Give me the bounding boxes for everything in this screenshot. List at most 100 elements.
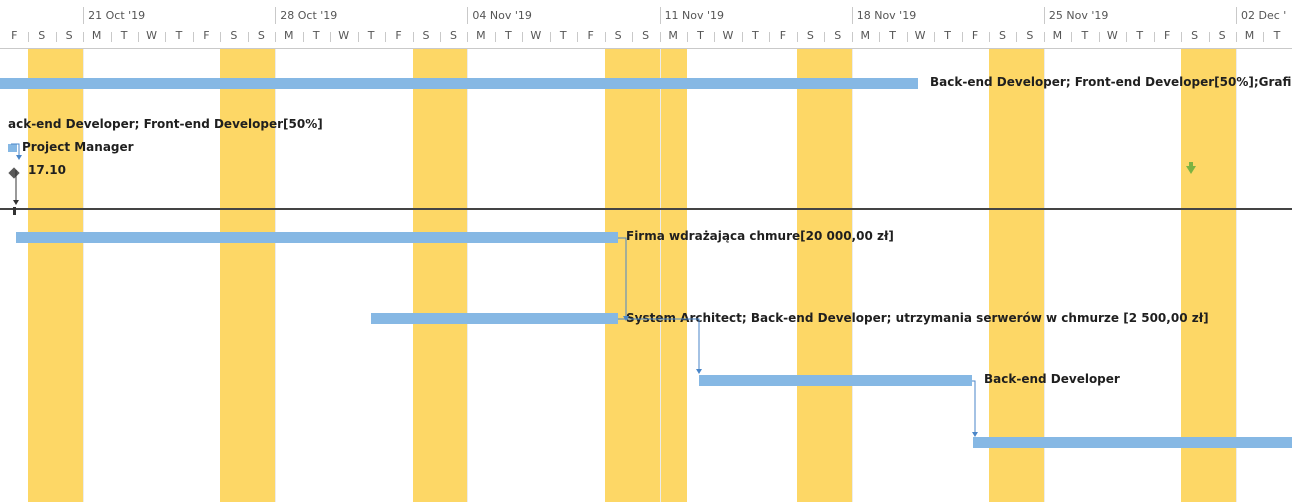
link-6-to-7 [972, 380, 976, 434]
day-tick [28, 32, 29, 42]
day-label: S [449, 29, 457, 42]
day-tick [1263, 32, 1264, 42]
day-label: W [146, 29, 157, 42]
day-tick [714, 32, 715, 42]
week-tick [1236, 7, 1237, 24]
day-tick [632, 32, 633, 42]
day-label: W [1106, 29, 1118, 42]
week-tick [852, 7, 853, 24]
week-tick [1044, 7, 1045, 24]
day-label: T [559, 29, 567, 42]
day-tick [660, 32, 661, 42]
day-tick [275, 32, 276, 42]
day-tick [138, 32, 139, 42]
day-label: M [860, 29, 870, 42]
day-label: S [998, 29, 1006, 42]
day-tick [495, 32, 496, 42]
day-tick [330, 32, 331, 42]
week-tick [467, 7, 468, 24]
day-label: T [367, 29, 375, 42]
day-tick [962, 32, 963, 42]
day-tick [56, 32, 57, 42]
day-tick [111, 32, 112, 42]
day-label: F [779, 29, 787, 42]
day-tick [1044, 32, 1045, 42]
week-label: 11 Nov '19 [664, 9, 725, 22]
day-tick [769, 32, 770, 42]
week-label: 25 Nov '19 [1048, 9, 1109, 22]
day-label: T [1273, 29, 1281, 42]
week-tick [660, 7, 661, 24]
week-label: 28 Oct '19 [280, 9, 338, 22]
week-label: 04 Nov '19 [472, 9, 532, 22]
day-label: S [1218, 29, 1226, 42]
day-tick [687, 32, 688, 42]
day-tick [440, 32, 441, 42]
day-label: W [530, 29, 542, 42]
day-tick [1016, 32, 1017, 42]
day-label: M [91, 29, 102, 42]
day-label: S [642, 29, 650, 42]
day-label: T [505, 29, 512, 42]
day-tick [1236, 32, 1237, 42]
day-tick [797, 32, 798, 42]
day-label: W [338, 29, 350, 42]
day-label: T [120, 29, 128, 42]
timescale-week-tier: 21 Oct '19 28 Oct '19 04 Nov '19 11 Nov '19… [0, 0, 1292, 24]
day-tick [907, 32, 908, 42]
day-label: S [38, 29, 46, 42]
day-label: T [1081, 29, 1089, 42]
day-label: S [1026, 29, 1034, 42]
day-label: F [587, 29, 594, 42]
day-tick [303, 32, 304, 42]
link-4-to-5 [618, 237, 627, 316]
day-label: T [175, 29, 183, 42]
gantt-chart-area[interactable]: Back-end Developer; Front-end Developer[… [0, 48, 1292, 502]
day-tick [1071, 32, 1072, 42]
day-tick [1099, 32, 1100, 42]
day-tick [1126, 32, 1127, 42]
day-tick [742, 32, 743, 42]
day-label: F [11, 29, 18, 42]
day-label: S [257, 29, 265, 42]
week-tick [83, 7, 84, 24]
arrow-head-summary [13, 200, 19, 205]
arrow-head-3 [696, 369, 702, 374]
day-tick [522, 32, 523, 42]
day-tick [248, 32, 249, 42]
gantt-timescale[interactable]: 21 Oct '19 28 Oct '19 04 Nov '19 11 Nov '19… [0, 0, 1292, 49]
day-label: M [476, 29, 486, 42]
day-tick [385, 32, 386, 42]
day-label: S [65, 29, 73, 42]
day-label: S [1191, 29, 1199, 42]
arrow-head-4 [972, 432, 978, 437]
day-tick [852, 32, 853, 42]
day-tick [1181, 32, 1182, 42]
day-tick [358, 32, 359, 42]
day-label: M [1244, 29, 1255, 42]
day-label: F [395, 29, 402, 42]
summary-start-marker [13, 207, 16, 215]
day-tick [824, 32, 825, 42]
day-tick [193, 32, 194, 42]
day-tick [989, 32, 990, 42]
day-label: F [1164, 29, 1171, 42]
day-tick [165, 32, 166, 42]
day-tick [934, 32, 935, 42]
day-tick [1209, 32, 1210, 42]
day-label: M [668, 29, 678, 42]
day-label: F [971, 29, 979, 42]
day-label: T [697, 29, 704, 42]
day-label: S [422, 29, 430, 42]
day-tick [467, 32, 468, 42]
day-tick [605, 32, 606, 42]
day-tick [879, 32, 880, 42]
day-label: S [614, 29, 622, 42]
day-label: S [806, 29, 814, 42]
day-label: T [1136, 29, 1144, 42]
day-label: W [722, 29, 734, 42]
arrow-head-1 [16, 155, 22, 160]
day-label: F [203, 29, 210, 42]
day-label: W [914, 29, 926, 42]
week-label: 18 Nov '19 [856, 9, 917, 22]
